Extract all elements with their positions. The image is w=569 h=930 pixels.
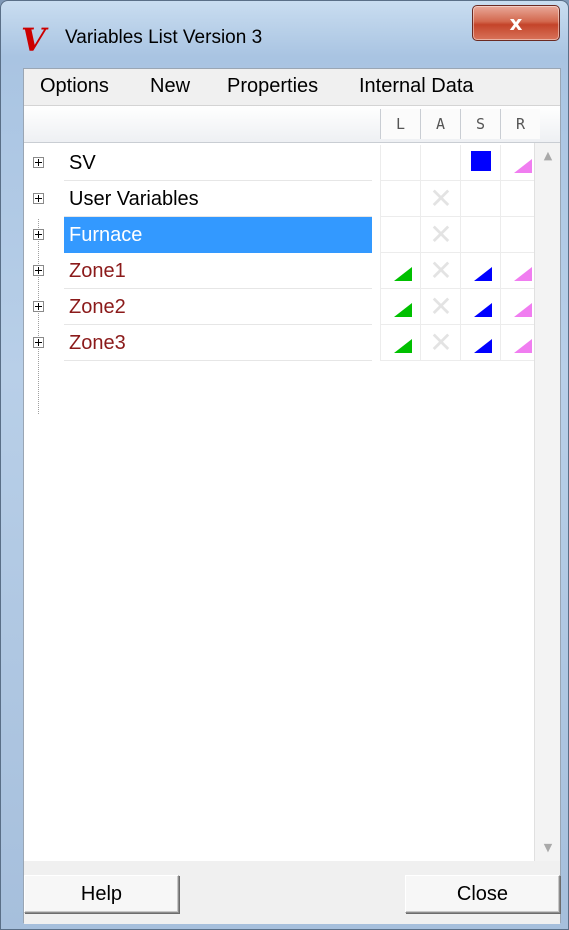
cell-s[interactable] xyxy=(460,325,500,361)
cell-s[interactable] xyxy=(460,181,500,217)
footer: Help Close xyxy=(24,863,560,924)
triangle-green-icon xyxy=(394,303,412,317)
triangle-blue-icon xyxy=(474,339,492,353)
column-header-s[interactable]: S xyxy=(460,109,500,139)
close-button[interactable]: Close xyxy=(405,875,560,913)
list-item-label[interactable]: Zone2 xyxy=(64,289,372,325)
cell-l[interactable] xyxy=(380,181,420,217)
disabled-x-icon: ✕ xyxy=(429,218,453,251)
expand-plus-icon[interactable] xyxy=(33,229,44,240)
expand-plus-icon[interactable] xyxy=(33,301,44,312)
triangle-green-icon xyxy=(394,339,412,353)
cell-a[interactable] xyxy=(420,145,460,181)
disabled-x-icon: ✕ xyxy=(429,326,453,359)
list-item[interactable]: Furnace ✕ xyxy=(24,217,540,253)
title-bar[interactable]: V Variables List Version 3 x xyxy=(1,1,569,65)
window-frame: V Variables List Version 3 x Options New… xyxy=(0,0,569,930)
list-item-label[interactable]: Furnace xyxy=(64,217,372,253)
cell-s[interactable] xyxy=(460,145,500,181)
list-item-label[interactable]: User Variables xyxy=(64,181,372,217)
cell-a[interactable]: ✕ xyxy=(420,217,460,253)
column-header-l[interactable]: L xyxy=(380,109,420,139)
help-button[interactable]: Help xyxy=(24,875,179,913)
client-area: Options New Properties Internal Data L A… xyxy=(23,68,561,924)
column-header-r[interactable]: R xyxy=(500,109,540,139)
scroll-down-icon[interactable]: ▼ xyxy=(535,835,561,861)
expand-plus-icon[interactable] xyxy=(33,265,44,276)
list-header: L A S R xyxy=(24,106,560,143)
list-item-label[interactable]: SV xyxy=(64,145,372,181)
blue-square-icon xyxy=(471,151,491,171)
menu-internal-data[interactable]: Internal Data xyxy=(359,75,474,98)
cell-s[interactable] xyxy=(460,217,500,253)
triangle-green-icon xyxy=(394,267,412,281)
disabled-x-icon: ✕ xyxy=(429,254,453,287)
expand-plus-icon[interactable] xyxy=(33,337,44,348)
cell-a[interactable]: ✕ xyxy=(420,181,460,217)
column-header-a[interactable]: A xyxy=(420,109,460,139)
triangle-blue-icon xyxy=(474,303,492,317)
list-item[interactable]: SV xyxy=(24,145,540,181)
scroll-up-icon[interactable]: ▲ xyxy=(535,143,561,169)
list-item[interactable]: Zone3 ✕ xyxy=(24,325,540,361)
vertical-scrollbar[interactable]: ▲ ▼ xyxy=(534,143,560,861)
triangle-pink-icon xyxy=(514,159,532,173)
variables-list[interactable]: SV User Variables ✕ Furnace ✕ Zone1 ✕ Zone2 ✕ Zon… xyxy=(24,143,560,861)
cell-l[interactable] xyxy=(380,325,420,361)
cell-s[interactable] xyxy=(460,289,500,325)
list-item[interactable]: Zone2 ✕ xyxy=(24,289,540,325)
disabled-x-icon: ✕ xyxy=(429,290,453,323)
menu-bar: Options New Properties Internal Data xyxy=(24,69,560,106)
triangle-blue-icon xyxy=(474,267,492,281)
cell-a[interactable]: ✕ xyxy=(420,253,460,289)
list-item[interactable]: User Variables ✕ xyxy=(24,181,540,217)
triangle-pink-icon xyxy=(514,267,532,281)
cell-a[interactable]: ✕ xyxy=(420,325,460,361)
disabled-x-icon: ✕ xyxy=(429,182,453,215)
menu-new[interactable]: New xyxy=(150,75,190,98)
triangle-pink-icon xyxy=(514,339,532,353)
menu-options[interactable]: Options xyxy=(40,75,109,98)
cell-l[interactable] xyxy=(380,289,420,325)
cell-a[interactable]: ✕ xyxy=(420,289,460,325)
cell-l[interactable] xyxy=(380,253,420,289)
list-item[interactable]: Zone1 ✕ xyxy=(24,253,540,289)
list-item-label[interactable]: Zone1 xyxy=(64,253,372,289)
expand-plus-icon[interactable] xyxy=(33,193,44,204)
cell-s[interactable] xyxy=(460,253,500,289)
cell-l[interactable] xyxy=(380,217,420,253)
triangle-pink-icon xyxy=(514,303,532,317)
menu-properties[interactable]: Properties xyxy=(227,75,318,98)
expand-plus-icon[interactable] xyxy=(33,157,44,168)
list-item-label[interactable]: Zone3 xyxy=(64,325,372,361)
window-close-button[interactable]: x xyxy=(472,5,560,41)
app-logo-icon: V xyxy=(21,21,46,59)
window-title: Variables List Version 3 xyxy=(65,27,263,48)
cell-l[interactable] xyxy=(380,145,420,181)
